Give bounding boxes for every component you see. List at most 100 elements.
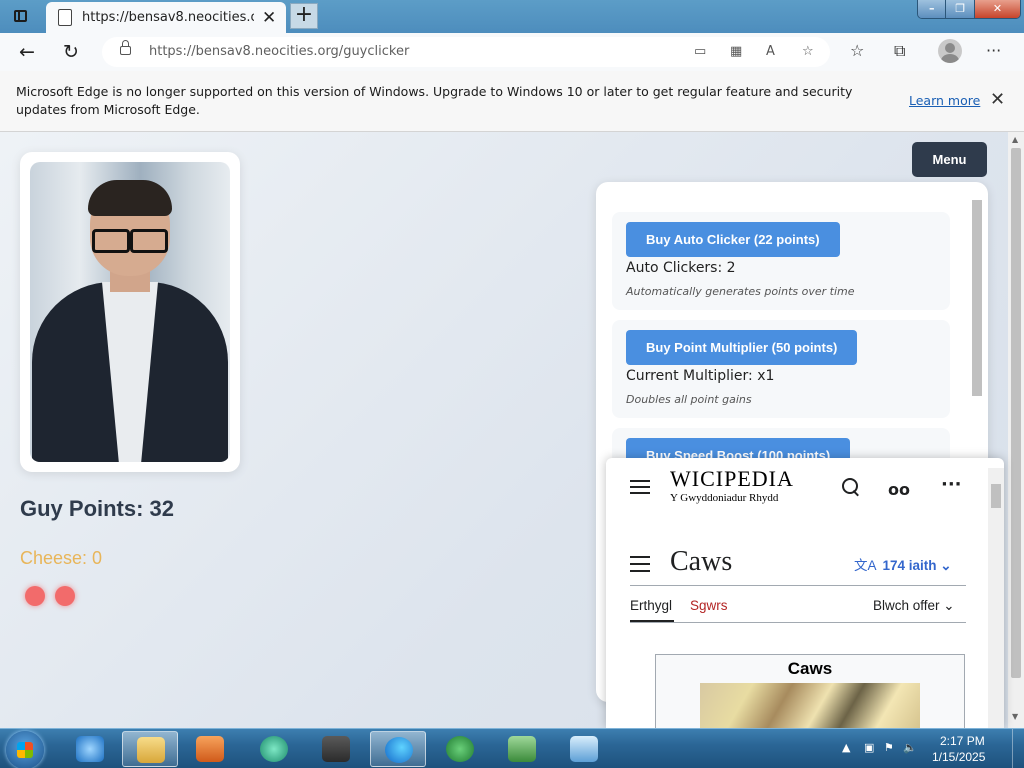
shop-scroll-thumb[interactable]	[972, 200, 982, 396]
tab-article[interactable]: Erthygl	[630, 598, 672, 613]
tab-close-button[interactable]: ✕	[262, 8, 276, 28]
minimize-button[interactable]: –	[918, 0, 947, 18]
favorites-icon[interactable]: ☆	[850, 41, 864, 60]
auto-clicker-description: Automatically generates points over time	[626, 285, 855, 298]
photo-glasses	[92, 229, 168, 253]
network-icon[interactable]: ▣	[864, 741, 874, 754]
taskbar-media-player[interactable]	[182, 731, 238, 767]
scroll-up-arrow[interactable]: ▲	[1012, 135, 1018, 144]
unsupported-os-infobar: Microsoft Edge is no longer supported on…	[0, 71, 1024, 132]
clock-time[interactable]: 2:17 PM	[940, 734, 985, 748]
add-favorite-icon[interactable]: ☆	[802, 44, 814, 59]
auto-clickers-count: Auto Clickers: 2	[626, 260, 736, 276]
start-button[interactable]	[6, 731, 44, 768]
shop-item-point-multiplier: Buy Point Multiplier (50 points) Current…	[612, 320, 950, 418]
taskbar-js[interactable]	[432, 731, 488, 767]
profile-avatar[interactable]	[938, 39, 962, 63]
wiki-scrollbar[interactable]	[988, 468, 1004, 728]
monitor-icon	[508, 736, 536, 762]
cheese-image[interactable]	[700, 683, 920, 728]
edge-icon	[385, 737, 413, 763]
action-center-flag-icon[interactable]: ⚑	[884, 741, 894, 754]
point-multiplier-description: Doubles all point gains	[626, 393, 752, 406]
wiki-divider	[630, 622, 966, 623]
sd-card-icon	[322, 736, 350, 762]
page-icon	[58, 9, 72, 26]
wiki-logo[interactable]: WICIPEDIA	[670, 466, 794, 492]
infobox-title: Caws	[787, 659, 833, 678]
tab-actions-icon	[14, 10, 27, 22]
photo-hair	[88, 180, 172, 216]
taskbar-ie[interactable]	[62, 731, 118, 767]
tab-actions-button[interactable]	[10, 7, 32, 27]
lock-icon[interactable]	[120, 40, 131, 55]
page-scrollbar[interactable]: ▲ ▼	[1008, 132, 1024, 728]
wiki-tagline: Y Gwyddoniadur Rhydd	[670, 492, 779, 504]
current-multiplier: Current Multiplier: x1	[626, 368, 775, 384]
wiki-menu-icon[interactable]	[630, 480, 650, 494]
folder-icon	[137, 737, 165, 763]
scroll-down-arrow[interactable]: ▼	[1012, 712, 1018, 721]
tab-title: https://bensav8.neocities.org/gu	[82, 10, 254, 25]
wiki-infobox: Caws	[655, 654, 965, 728]
refresh-button[interactable]: ↻	[58, 39, 84, 65]
app-available-icon[interactable]: ▭	[694, 44, 706, 59]
translate-icon: 文A	[854, 558, 877, 573]
buy-auto-clicker-button[interactable]: Buy Auto Clicker (22 points)	[626, 222, 840, 257]
taskbar-explorer[interactable]	[122, 731, 178, 767]
menu-button[interactable]: Menu	[912, 142, 987, 177]
volume-icon[interactable]: 🔈	[903, 741, 917, 754]
new-tab-button[interactable]: +	[290, 3, 318, 29]
qr-code-icon[interactable]: ▦	[730, 44, 742, 59]
tab-talk[interactable]: Sgwrs	[690, 598, 728, 613]
back-button[interactable]: ←	[14, 39, 40, 65]
language-count: 174 iaith	[882, 558, 937, 573]
settings-more-button[interactable]: ···	[986, 41, 1001, 60]
language-button[interactable]: 文A 174 iaith ⌄	[854, 554, 952, 574]
wiki-scroll-thumb[interactable]	[991, 484, 1001, 508]
taskbar-app-sd[interactable]	[308, 731, 364, 767]
guy-photo[interactable]	[30, 162, 230, 462]
wiki-more-icon[interactable]: ···	[941, 474, 962, 495]
shop-item-auto-clicker: Buy Auto Clicker (22 points) Auto Clicke…	[612, 212, 950, 310]
internet-explorer-icon	[76, 736, 104, 762]
guy-photo-card[interactable]	[20, 152, 240, 472]
media-player-icon	[196, 736, 224, 762]
taskbar-edge[interactable]	[370, 731, 426, 767]
tools-label: Blwch offer	[873, 598, 940, 613]
collections-icon[interactable]: ⧉	[894, 41, 905, 61]
wiki-divider	[630, 585, 966, 586]
windows-taskbar: ▲ ▣ ⚑ 🔈 2:17 PM 1/15/2025	[0, 728, 1024, 768]
infobar-close-button[interactable]: ✕	[990, 89, 1005, 110]
url-text[interactable]: https://bensav8.neocities.org/guyclicker	[149, 44, 409, 59]
buy-point-multiplier-button[interactable]: Buy Point Multiplier (50 points)	[626, 330, 858, 365]
wikipedia-panel: WICIPEDIA Y Gwyddoniadur Rhydd oo ··· Ca…	[606, 458, 1004, 728]
maximize-button[interactable]: ❐	[946, 0, 975, 18]
tools-dropdown[interactable]: Blwch offer ⌄	[873, 598, 955, 614]
red-dot-indicator	[25, 586, 45, 606]
address-bar[interactable]: https://bensav8.neocities.org/guyclicker…	[102, 37, 830, 67]
close-window-button[interactable]: ✕	[974, 0, 1020, 18]
system-tray: ▲ ▣ ⚑ 🔈	[842, 741, 917, 754]
wiki-search-icon[interactable]	[840, 476, 862, 498]
tray-expand-icon[interactable]: ▲	[842, 741, 850, 754]
cheese-counter: Cheese: 0	[20, 548, 103, 568]
green-app-icon	[260, 736, 288, 762]
remote-desktop-icon	[570, 736, 598, 762]
taskbar-remote-desktop[interactable]	[556, 731, 612, 767]
learn-more-link[interactable]: Learn more	[909, 93, 980, 108]
page-scroll-thumb[interactable]	[1011, 148, 1021, 678]
read-aloud-icon[interactable]: A	[766, 44, 775, 59]
taskbar-monitor-app[interactable]	[494, 731, 550, 767]
table-of-contents-icon[interactable]	[630, 556, 650, 572]
clock-date[interactable]: 1/15/2025	[932, 750, 985, 764]
browser-titlebar: https://bensav8.neocities.org/gu ✕ + – ❐…	[0, 0, 1024, 33]
window-controls: – ❐ ✕	[917, 0, 1021, 19]
browser-tab[interactable]: https://bensav8.neocities.org/gu ✕	[46, 2, 286, 33]
taskbar-app-green[interactable]	[246, 731, 302, 767]
wiki-reading-icon[interactable]: oo	[888, 480, 910, 499]
show-desktop-button[interactable]	[1012, 729, 1024, 768]
red-dot-indicator	[55, 586, 75, 606]
guy-points-counter: Guy Points: 32	[20, 496, 175, 521]
infobar-message: Microsoft Edge is no longer supported on…	[16, 84, 853, 117]
